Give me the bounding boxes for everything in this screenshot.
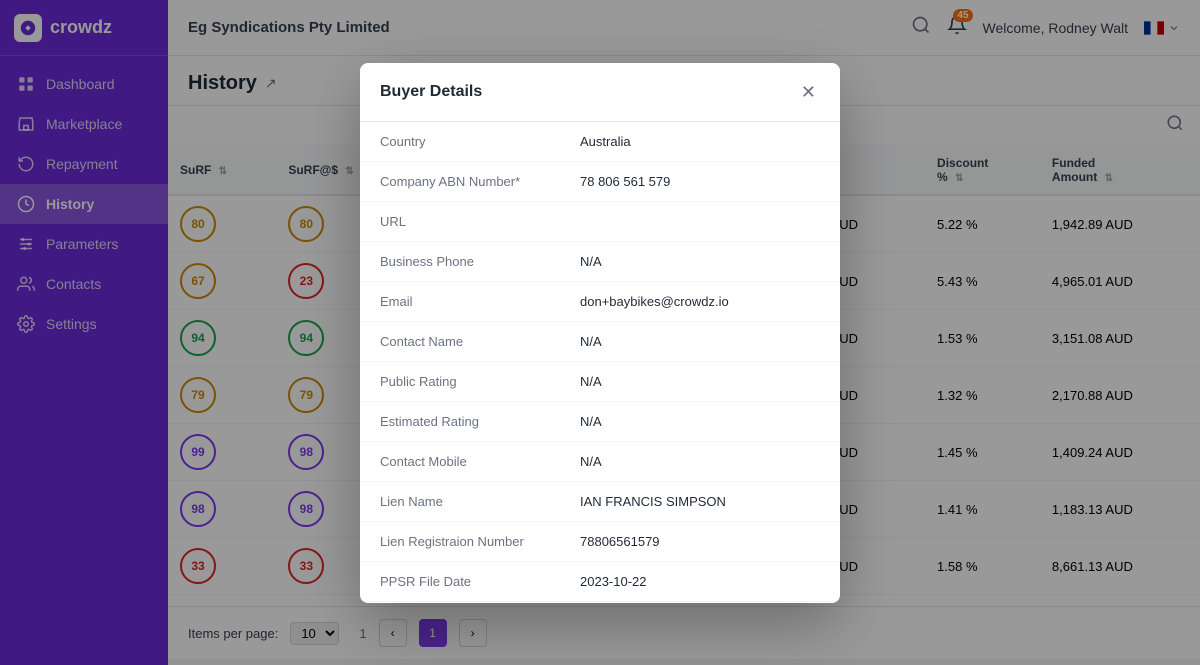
modal-field-label: Country — [380, 134, 580, 149]
modal-header: Buyer Details ✕ — [360, 63, 840, 122]
modal-field-value: 78 806 561 579 — [580, 174, 820, 189]
modal-field-label: Contact Name — [380, 334, 580, 349]
modal-field-row: Email don+baybikes@crowdz.io — [360, 282, 840, 322]
modal-field-label: Lien Registraion Number — [380, 534, 580, 549]
modal-field-value: IAN FRANCIS SIMPSON — [580, 494, 820, 509]
modal-field-value: N/A — [580, 414, 820, 429]
modal-field-label: Company ABN Number* — [380, 174, 580, 189]
modal-field-label: Estimated Rating — [380, 414, 580, 429]
modal-field-row: Public Rating N/A — [360, 362, 840, 402]
modal-field-row: Lien Registraion Number 78806561579 — [360, 522, 840, 562]
modal-body: Country Australia Company ABN Number* 78… — [360, 122, 840, 603]
modal-field-row: URL — [360, 202, 840, 242]
modal-field-value: N/A — [580, 454, 820, 469]
modal-field-label: URL — [380, 214, 580, 229]
modal-title: Buyer Details — [380, 83, 482, 101]
modal-field-row: Company ABN Number* 78 806 561 579 — [360, 162, 840, 202]
buyer-details-modal: Buyer Details ✕ Country Australia Compan… — [360, 63, 840, 603]
modal-field-value: 2023-10-22 — [580, 574, 820, 589]
modal-field-label: Email — [380, 294, 580, 309]
modal-field-row: Contact Mobile N/A — [360, 442, 840, 482]
modal-field-value: 78806561579 — [580, 534, 820, 549]
modal-field-label: Contact Mobile — [380, 454, 580, 469]
modal-field-value: Australia — [580, 134, 820, 149]
modal-field-row: Business Phone N/A — [360, 242, 840, 282]
modal-field-value: N/A — [580, 334, 820, 349]
modal-field-row: PPSR REF # 202310220001452 — [360, 602, 840, 603]
modal-field-row: PPSR File Date 2023-10-22 — [360, 562, 840, 602]
modal-field-row: Lien Name IAN FRANCIS SIMPSON — [360, 482, 840, 522]
modal-field-value: N/A — [580, 374, 820, 389]
modal-field-value: N/A — [580, 254, 820, 269]
modal-field-value: don+baybikes@crowdz.io — [580, 294, 820, 309]
modal-field-label: PPSR File Date — [380, 574, 580, 589]
modal-field-label: Public Rating — [380, 374, 580, 389]
modal-overlay[interactable]: Buyer Details ✕ Country Australia Compan… — [0, 0, 1200, 665]
modal-field-label: Business Phone — [380, 254, 580, 269]
modal-field-row: Contact Name N/A — [360, 322, 840, 362]
modal-field-row: Country Australia — [360, 122, 840, 162]
modal-field-row: Estimated Rating N/A — [360, 402, 840, 442]
modal-close-button[interactable]: ✕ — [797, 79, 820, 105]
modal-field-label: Lien Name — [380, 494, 580, 509]
